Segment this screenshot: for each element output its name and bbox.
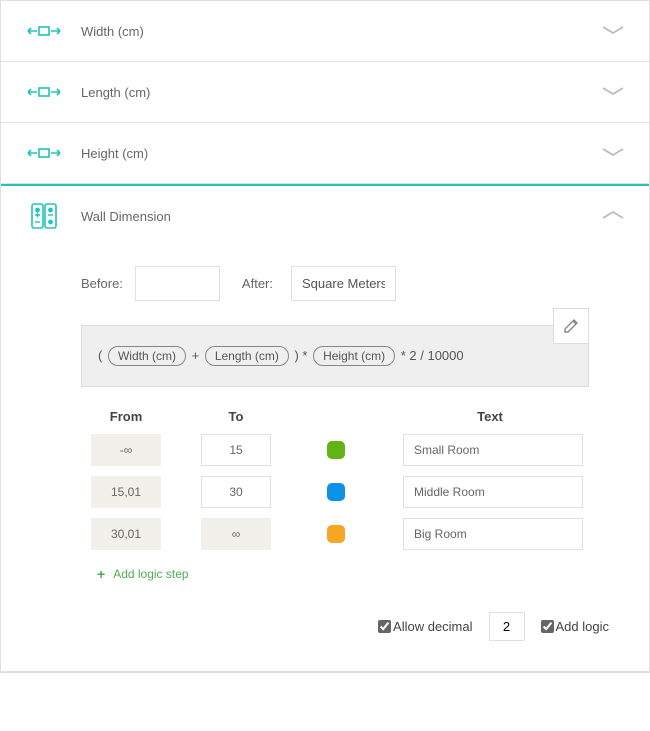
panel-length: Length (cm) [1,62,649,123]
header-text: Text [391,409,589,424]
panel-title: Height (cm) [81,146,601,161]
from-input [91,434,161,466]
before-input[interactable] [135,266,220,301]
color-swatch[interactable] [327,525,345,543]
chevron-down-icon [601,85,625,100]
color-swatch[interactable] [327,441,345,459]
formula-text: ) * [294,348,307,363]
panel-height: Height (cm) [1,123,649,184]
before-label: Before: [81,276,123,291]
header-to: To [191,409,281,424]
to-input [201,518,271,550]
from-input [91,518,161,550]
allow-decimal-option[interactable]: Allow decimal [378,619,472,634]
panels-container: Width (cm) Length (cm) Height (cm) [0,0,650,673]
after-label: After: [242,276,273,291]
plus-icon: + [97,566,105,582]
formula-box: ( Width (cm) + Length (cm) ) * Height (c… [81,325,589,387]
formula-text: * 2 / 10000 [401,348,464,363]
panel-title: Width (cm) [81,24,601,39]
panel-width: Width (cm) [1,1,649,62]
edit-formula-button[interactable] [553,308,589,344]
header-from: From [81,409,171,424]
chevron-up-icon [601,209,625,224]
to-input[interactable] [201,434,271,466]
from-input [91,476,161,508]
add-logic-label: Add logic [556,619,609,634]
panel-header-length[interactable]: Length (cm) [1,62,649,122]
footer-options: Allow decimal Add logic [61,612,609,641]
table-row [81,434,589,466]
formula-token-length[interactable]: Length (cm) [205,346,289,366]
add-step-label: Add logic step [113,567,188,581]
add-logic-step-button[interactable]: + Add logic step [97,566,589,582]
chevron-down-icon [601,146,625,161]
chevron-down-icon [601,24,625,39]
panel-header-wall-dimension[interactable]: Wall Dimension [1,186,649,246]
formula-token-height[interactable]: Height (cm) [313,346,395,366]
panel-header-height[interactable]: Height (cm) [1,123,649,183]
panel-title: Wall Dimension [81,209,601,224]
text-input[interactable] [403,518,583,550]
height-icon [25,141,65,165]
text-input[interactable] [403,476,583,508]
before-after-row: Before: After: [81,266,609,301]
formula-text: ( [98,348,102,363]
logic-table: From To Text + Add logic step [81,409,589,582]
panel-title: Length (cm) [81,85,601,100]
table-header: From To Text [81,409,589,424]
text-input[interactable] [403,434,583,466]
header-color [301,409,371,424]
add-logic-checkbox[interactable] [541,620,554,633]
color-swatch[interactable] [327,483,345,501]
after-input[interactable] [291,266,396,301]
allow-decimal-label: Allow decimal [393,619,472,634]
width-icon [25,19,65,43]
panel-body: Before: After: ( Width (cm) + Length (cm… [1,246,649,671]
length-icon [25,80,65,104]
to-input[interactable] [201,476,271,508]
table-row [81,476,589,508]
decimal-places-input[interactable] [489,612,525,641]
formula-text: + [192,348,200,363]
panel-header-width[interactable]: Width (cm) [1,1,649,61]
add-logic-option[interactable]: Add logic [541,619,609,634]
allow-decimal-checkbox[interactable] [378,620,391,633]
panel-wall-dimension: Wall Dimension Before: After: ( Width (c… [1,184,649,672]
formula-token-width[interactable]: Width (cm) [108,346,186,366]
calculation-icon [25,204,65,228]
table-row [81,518,589,550]
